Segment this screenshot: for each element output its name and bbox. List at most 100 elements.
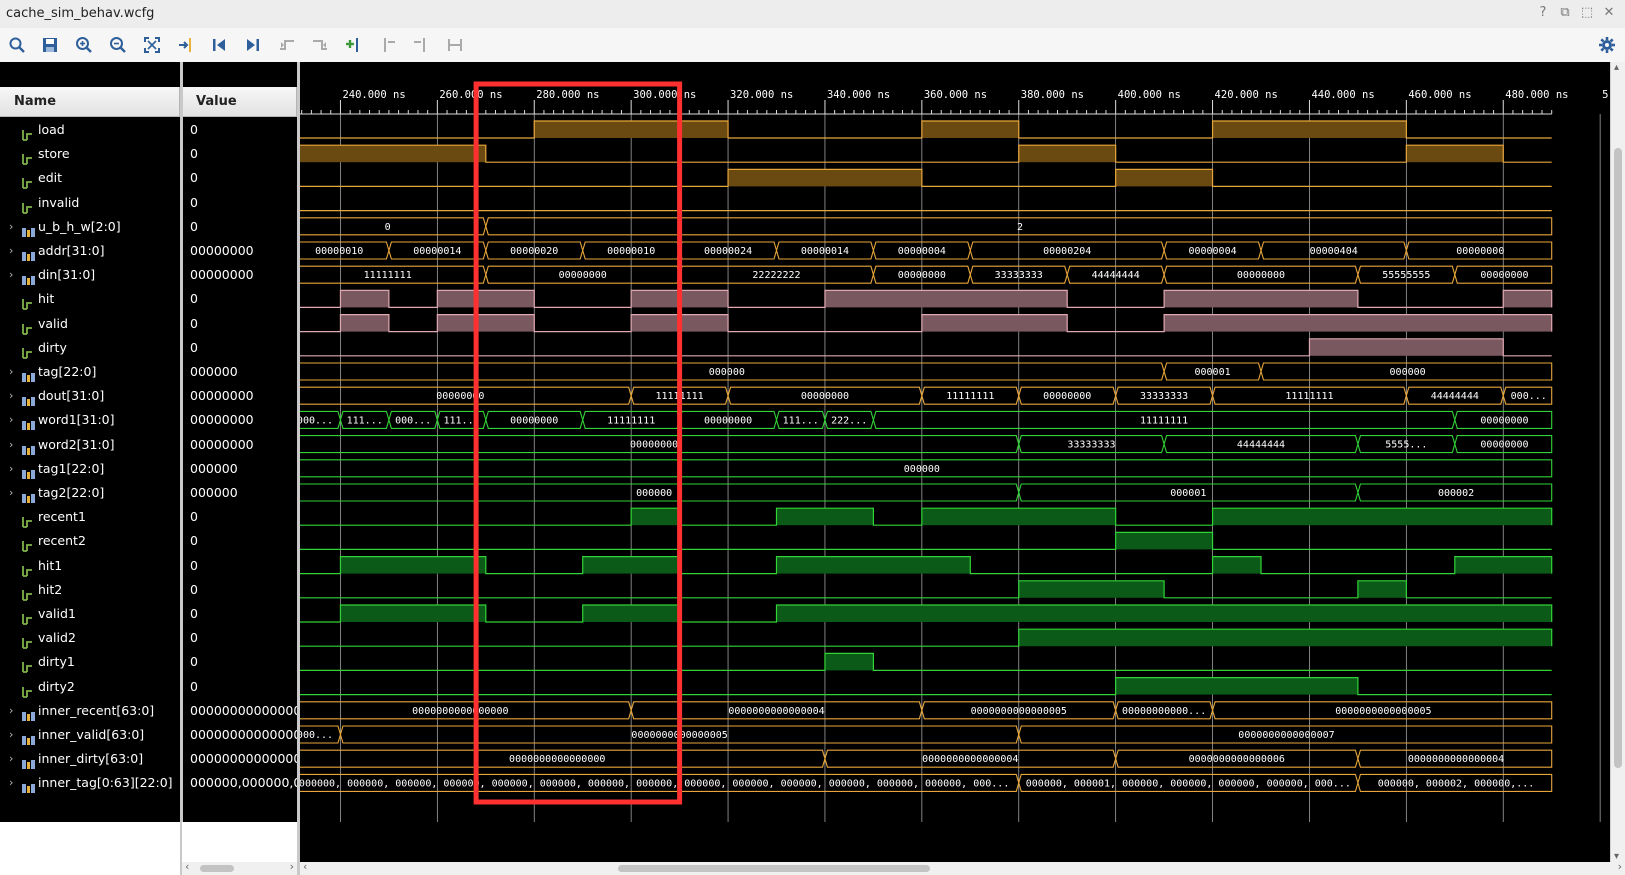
expand-chevron-icon[interactable]: › — [9, 456, 19, 481]
waveform-hscrollbar[interactable]: ‹ › — [300, 860, 1625, 875]
bit-waveform-line — [292, 531, 1552, 550]
value-column-header[interactable]: Value — [182, 87, 297, 117]
wave-scroll-right-icon[interactable]: › — [1618, 860, 1622, 873]
signal-row-valid2[interactable]: valid2 — [0, 625, 180, 650]
zoom-in-icon[interactable] — [73, 34, 95, 56]
signal-row-dirty1[interactable]: dirty1 — [0, 649, 180, 674]
swap-cursors-icon[interactable] — [444, 34, 466, 56]
bus-value-label: 00000000 — [510, 415, 558, 426]
expand-chevron-icon[interactable]: › — [9, 698, 19, 723]
bus-value-label: 0000000000000005 — [971, 706, 1067, 717]
bus-value-label: 00000000 — [1480, 440, 1528, 451]
signal-value: 0 — [190, 339, 198, 355]
scroll-right-icon[interactable]: › — [290, 860, 294, 873]
signal-row-dout-31-0[interactable]: › dout[31:0] — [0, 383, 180, 408]
restore-icon[interactable]: ⧉ — [1557, 5, 1573, 21]
bus-value-label: 00000004 — [1188, 246, 1236, 257]
bit-waveform-line — [292, 676, 1552, 696]
bus-value-label: 00000000 — [1480, 270, 1528, 281]
signal-row-recent1[interactable]: recent1 — [0, 504, 180, 529]
zoom-out-icon[interactable] — [107, 34, 129, 56]
previous-marker-icon[interactable] — [377, 34, 399, 56]
expand-chevron-icon[interactable]: › — [9, 214, 19, 239]
signal-row-dirty[interactable]: dirty — [0, 335, 180, 360]
bus-value-label: 11111111 — [946, 391, 994, 402]
bit-waveform-line — [291, 144, 1552, 163]
signal-row-tag2-22-0[interactable]: › tag2[22:0] — [0, 480, 180, 505]
go-to-start-icon[interactable] — [208, 34, 230, 56]
search-icon[interactable] — [6, 34, 28, 56]
bus-value-label: 222... — [831, 415, 867, 426]
expand-chevron-icon[interactable]: › — [9, 359, 19, 384]
add-marker-icon[interactable] — [343, 34, 365, 56]
signal-value: 0 — [190, 557, 198, 573]
expand-chevron-icon[interactable]: › — [9, 407, 19, 432]
signal-row-store[interactable]: store — [0, 141, 180, 166]
signal-row-edit[interactable]: edit — [0, 165, 180, 190]
signal-row-valid1[interactable]: valid1 — [0, 601, 180, 626]
expand-chevron-icon[interactable]: › — [9, 746, 19, 771]
signal-row-inner-valid-63-0[interactable]: › inner_valid[63:0] — [0, 722, 180, 747]
signal-row-load[interactable]: load — [0, 117, 180, 142]
expand-chevron-icon[interactable]: › — [9, 722, 19, 747]
settings-icon[interactable] — [1596, 34, 1618, 56]
signal-row-dirty2[interactable]: dirty2 — [0, 674, 180, 699]
bus-value-label: 00000020 — [510, 246, 558, 257]
signal-row-hit2[interactable]: hit2 — [0, 577, 180, 602]
value-panel-hscrollbar[interactable]: ‹ › — [182, 860, 297, 875]
name-column-header[interactable]: Name — [0, 87, 180, 117]
waveform-canvas[interactable]: 240.000 ns 260.000 ns 280.000 ns 300.000 ns… — [291, 62, 1610, 862]
time-tick-label: 280.000 ns — [536, 89, 599, 101]
go-to-cursor-icon[interactable] — [175, 34, 197, 56]
bit-high-region — [1115, 677, 1358, 695]
waveform-hthumb[interactable] — [618, 865, 930, 872]
next-transition-icon[interactable] — [309, 34, 331, 56]
expand-chevron-icon[interactable]: › — [9, 770, 19, 795]
previous-transition-icon[interactable] — [276, 34, 298, 56]
bit-high-region — [340, 290, 389, 308]
signal-row-recent2[interactable]: recent2 — [0, 528, 180, 553]
expand-chevron-icon[interactable]: › — [9, 432, 19, 457]
signal-row-addr-31-0[interactable]: › addr[31:0] — [0, 238, 180, 263]
wave-scroll-left-icon[interactable]: ‹ — [303, 860, 307, 873]
signal-row-u-b-h-w-2-0[interactable]: › u_b_h_w[2:0] — [0, 214, 180, 239]
signal-row-din-31-0[interactable]: › din[31:0] — [0, 262, 180, 287]
signal-name-list[interactable]: load store edit invalid › u_b_h_w[2:0] › addr[3… — [0, 117, 180, 822]
signal-value: 0 — [190, 146, 198, 162]
help-icon[interactable]: ? — [1535, 5, 1551, 21]
expand-chevron-icon[interactable]: › — [9, 383, 19, 408]
bit-high-region — [1018, 145, 1116, 163]
signal-name: store — [38, 146, 70, 162]
expand-chevron-icon[interactable]: › — [9, 262, 19, 287]
time-tick-label: 480.000 ns — [1505, 89, 1568, 101]
close-icon[interactable]: ✕ — [1601, 5, 1617, 21]
expand-chevron-icon[interactable]: › — [9, 480, 19, 505]
waveform-vscrollbar[interactable]: ▴ ▾ — [1610, 62, 1625, 862]
bit-high-region — [1212, 556, 1261, 574]
go-to-end-icon[interactable] — [242, 34, 264, 56]
scroll-up-icon[interactable]: ▴ — [1614, 62, 1619, 73]
waveform-vthumb[interactable] — [1614, 148, 1622, 768]
signal-row-inner-tag-0-63-22-0[interactable]: › inner_tag[0:63][22:0] — [0, 770, 180, 795]
signal-row-inner-dirty-63-0[interactable]: › inner_dirty[63:0] — [0, 746, 180, 771]
signal-row-invalid[interactable]: invalid — [0, 190, 180, 215]
maximize-icon[interactable]: ⬚ — [1579, 5, 1595, 21]
expand-chevron-icon[interactable]: › — [9, 238, 19, 263]
zoom-fit-icon[interactable] — [141, 34, 163, 56]
name-value-splitter[interactable] — [180, 62, 183, 875]
bit-high-region — [1503, 290, 1552, 308]
signal-row-inner-recent-63-0[interactable]: › inner_recent[63:0] — [0, 698, 180, 723]
signal-row-word1-31-0[interactable]: › word1[31:0] — [0, 407, 180, 432]
signal-row-tag1-22-0[interactable]: › tag1[22:0] — [0, 456, 180, 481]
scroll-left-icon[interactable]: ‹ — [185, 860, 189, 873]
save-icon[interactable] — [39, 34, 61, 56]
next-marker-icon[interactable] — [410, 34, 432, 56]
signal-row-tag-22-0[interactable]: › tag[22:0] — [0, 359, 180, 384]
signal-name: dout[31:0] — [38, 388, 105, 404]
signal-row-word2-31-0[interactable]: › word2[31:0] — [0, 432, 180, 457]
signal-row-hit1[interactable]: hit1 — [0, 553, 180, 578]
value-panel-hthumb[interactable] — [200, 865, 234, 872]
signal-row-valid[interactable]: valid — [0, 311, 180, 336]
signal-row-hit[interactable]: hit — [0, 286, 180, 311]
bus-value-label: 000000 — [636, 488, 672, 499]
